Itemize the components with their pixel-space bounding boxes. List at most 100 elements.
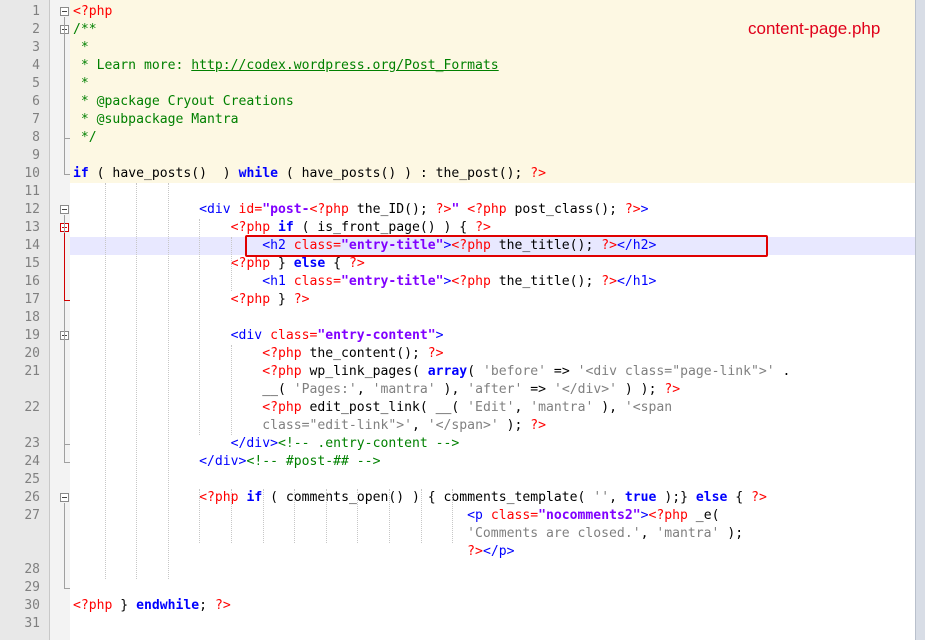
vertical-scrollbar[interactable] bbox=[915, 0, 925, 640]
code-line[interactable]: /** bbox=[73, 21, 97, 39]
code-line[interactable]: * Learn more: http://codex.wordpress.org… bbox=[73, 57, 499, 75]
code-token: , bbox=[356, 382, 373, 397]
code-token: edit_post_link( __( bbox=[301, 400, 468, 415]
fold-line bbox=[64, 232, 65, 300]
indent-guide bbox=[104, 183, 106, 579]
code-token: * @package Cryout Creations bbox=[73, 94, 294, 109]
code-token: class="edit-link">' bbox=[262, 418, 412, 433]
code-line[interactable]: if ( have_posts() ) while ( have_posts()… bbox=[73, 165, 546, 183]
code-token: } bbox=[270, 256, 294, 271]
code-token: if bbox=[246, 490, 263, 505]
line-number: 20 bbox=[24, 346, 40, 361]
code-line[interactable]: <?php edit_post_link( __( 'Edit', 'mantr… bbox=[73, 399, 672, 417]
code-line[interactable]: * @subpackage Mantra bbox=[73, 111, 239, 129]
code-line[interactable]: * bbox=[73, 75, 89, 93]
code-line[interactable]: __( 'Pages:', 'mantra' ), 'after' => '</… bbox=[73, 381, 680, 399]
code-token: /** bbox=[73, 22, 97, 37]
code-token: , bbox=[609, 490, 625, 505]
code-line[interactable]: <div id="post-<?php the_ID(); ?>" <?php … bbox=[73, 201, 648, 219]
code-token: ?> bbox=[530, 418, 547, 433]
code-area[interactable]: <?php /** * * Learn more: http://codex.wo… bbox=[70, 0, 915, 640]
code-token: <?php bbox=[451, 274, 491, 289]
code-token: "nocomments2" bbox=[538, 508, 641, 523]
code-line[interactable]: </div><!-- .entry-content --> bbox=[73, 435, 460, 453]
code-token: array bbox=[427, 364, 468, 379]
code-token: while bbox=[238, 166, 278, 181]
code-token: 'mantra' bbox=[530, 400, 594, 415]
code-token: 'Edit' bbox=[467, 400, 515, 415]
indent-guide bbox=[357, 489, 359, 543]
line-number: 23 bbox=[24, 436, 40, 451]
code-token: </h1> bbox=[617, 274, 657, 289]
line-number: 24 bbox=[24, 454, 40, 469]
code-token: ), bbox=[593, 400, 625, 415]
code-token: ?> bbox=[664, 382, 681, 397]
code-line[interactable]: <?php the_content(); ?> bbox=[73, 345, 444, 363]
code-token: else bbox=[293, 256, 326, 271]
code-line[interactable]: <?php } ?> bbox=[73, 291, 310, 309]
code-token: ?> bbox=[427, 346, 444, 361]
code-token: <?php bbox=[262, 364, 302, 379]
line-number: 11 bbox=[24, 184, 40, 199]
code-token: <?php bbox=[230, 220, 271, 235]
fold-toggle-icon[interactable] bbox=[60, 205, 69, 214]
code-link[interactable]: http://codex.wordpress.org/Post_Formats bbox=[191, 58, 498, 73]
code-token: wp_link_pages( bbox=[301, 364, 428, 379]
indent-guide bbox=[231, 489, 232, 543]
code-token: ?> bbox=[214, 598, 231, 613]
code-token: => bbox=[546, 364, 578, 379]
code-token: ?> bbox=[467, 544, 483, 559]
code-editor[interactable]: 1 2 3 4 5 6 7 8 9 10 11 12 13 14 15 16 17 18 19 20 21 22 23 24 2… bbox=[0, 0, 925, 640]
code-token: if bbox=[277, 220, 294, 235]
code-token: 'Comments are closed.' bbox=[467, 526, 641, 541]
code-line[interactable]: <h1 class="entry-title"><?php the_title(… bbox=[73, 273, 656, 291]
code-token: __( bbox=[73, 382, 294, 397]
code-line[interactable]: <p class="nocomments2"><?php _e( bbox=[73, 507, 719, 525]
code-line[interactable]: <?php } else { ?> bbox=[73, 255, 365, 273]
line-number: 14 bbox=[24, 238, 40, 253]
code-line[interactable]: <?php wp_link_pages( array( 'before' => … bbox=[73, 363, 790, 381]
code-token: '<span bbox=[624, 400, 673, 415]
code-line[interactable]: * bbox=[73, 39, 89, 57]
fold-toggle-icon[interactable] bbox=[60, 7, 69, 16]
code-line[interactable]: <div class="entry-content"> bbox=[73, 327, 444, 345]
indent-guide bbox=[294, 489, 296, 543]
code-line[interactable]: </div><!-- #post-## --> bbox=[73, 453, 380, 471]
code-token: <div bbox=[73, 202, 239, 217]
code-line[interactable]: */ bbox=[73, 129, 97, 147]
line-number-gutter: 1 2 3 4 5 6 7 8 9 10 11 12 13 14 15 16 17 18 19 20 21 22 23 24 2… bbox=[0, 0, 50, 640]
code-token: <?php bbox=[262, 346, 302, 361]
code-line[interactable]: 'Comments are closed.', 'mantra' ); bbox=[73, 525, 743, 543]
line-number: 22 bbox=[24, 400, 40, 415]
code-line[interactable]: <?php } endwhile; ?> bbox=[73, 597, 231, 615]
code-token: * Learn more: bbox=[73, 58, 192, 73]
code-token: ); bbox=[719, 526, 744, 541]
fold-toggle-icon[interactable] bbox=[60, 493, 69, 502]
indent-guide bbox=[325, 489, 327, 543]
code-line[interactable]: ?></p> bbox=[73, 543, 514, 561]
line-number: 5 bbox=[32, 76, 40, 91]
code-token: 'mantra' bbox=[656, 526, 720, 541]
line-number: 10 bbox=[24, 166, 40, 181]
code-token: , bbox=[640, 526, 657, 541]
indent-guide bbox=[199, 489, 201, 543]
code-token: * bbox=[73, 76, 89, 91]
code-line[interactable]: <?php bbox=[73, 3, 112, 21]
code-token: <!-- .entry-content --> bbox=[277, 436, 460, 451]
code-token: 'Pages:' bbox=[293, 382, 357, 397]
code-token: <?php bbox=[73, 598, 113, 613]
indent-guide bbox=[231, 237, 232, 291]
line-number: 30 bbox=[24, 598, 40, 613]
code-token: "post- bbox=[262, 202, 310, 217]
code-line[interactable]: * @package Cryout Creations bbox=[73, 93, 294, 111]
line-number: 8 bbox=[32, 130, 40, 145]
code-token: true bbox=[624, 490, 657, 505]
line-number: 15 bbox=[24, 256, 40, 271]
code-token: ?> bbox=[348, 256, 365, 271]
code-line[interactable]: class="edit-link">', '</span>' ); ?> bbox=[73, 417, 546, 435]
line-number: 19 bbox=[24, 328, 40, 343]
fold-end-marker bbox=[64, 300, 70, 301]
code-token: <?php bbox=[309, 202, 349, 217]
